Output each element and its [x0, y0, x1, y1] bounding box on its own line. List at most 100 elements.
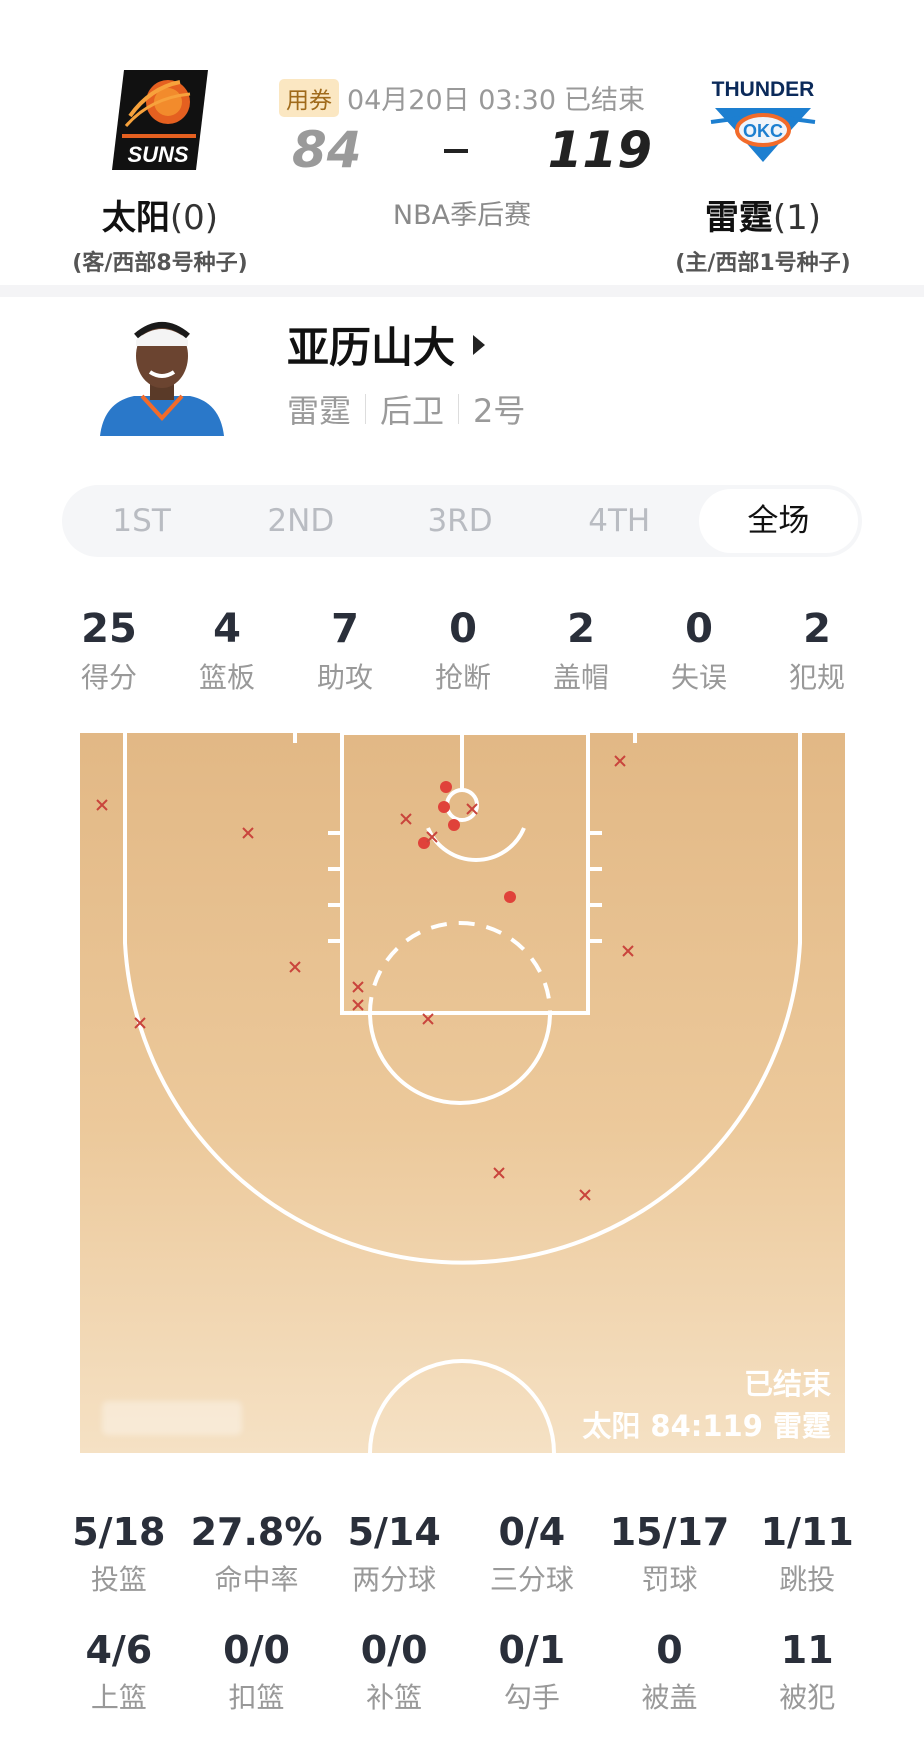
stat-label: 失误	[670, 661, 727, 694]
stat-label: 得分	[80, 661, 137, 694]
cell-label: 上篮	[90, 1681, 147, 1714]
shooting-breakdown: 5/18 投篮 27.8% 命中率 5/14 两分球 0/4 三分球 15/17 罚球 1…	[50, 1510, 876, 1746]
tab-2nd[interactable]: 2ND	[221, 489, 380, 553]
cell-value: 5/14	[347, 1510, 441, 1554]
fg-cell: 5/18 投篮	[50, 1510, 188, 1598]
player-position: 后卫	[380, 392, 445, 430]
court-diagram	[80, 733, 845, 1453]
home-team-seed: (主/西部1号种子)	[675, 251, 851, 276]
coupon-badge[interactable]: 用券	[278, 78, 339, 117]
layup-cell: 4/6 上篮	[50, 1628, 188, 1716]
game-player-page: SUNS 太阳(0) (客/西部8号种子) 用券 04月20日 03:30 已结…	[0, 0, 924, 1762]
home-score: 119	[547, 121, 652, 179]
cell-value: 15/17	[609, 1510, 730, 1554]
cell-label: 罚球	[641, 1563, 698, 1596]
svg-text:THUNDER: THUNDER	[712, 78, 815, 101]
cell-value: 11	[780, 1628, 834, 1672]
cell-label: 投篮	[90, 1563, 147, 1596]
cell-label: 扣篮	[228, 1681, 285, 1714]
hook-cell: 0/1 勾手	[463, 1628, 601, 1716]
fouled-cell: 11 被犯	[738, 1628, 876, 1716]
jump-shot-cell: 1/11 跳投	[738, 1510, 876, 1598]
made-shot-marker	[448, 819, 460, 831]
player-name[interactable]: 亚历山大	[287, 314, 486, 375]
cell-label: 跳投	[779, 1563, 836, 1596]
blocked-cell: 0 被盖	[601, 1628, 739, 1716]
caret-right-icon	[473, 334, 486, 355]
player-avatar	[92, 306, 232, 436]
stat-value: 25	[81, 606, 137, 652]
player-name-text: 亚历山大	[287, 323, 456, 372]
fg-pct-cell: 27.8% 命中率	[188, 1510, 326, 1598]
stat-fouls: 2 犯规	[758, 606, 876, 696]
home-team-name: 雷霆(1)	[704, 198, 822, 238]
cell-value: 0	[656, 1628, 683, 1672]
cell-value: 5/18	[72, 1510, 166, 1554]
dunk-cell: 0/0 扣篮	[188, 1628, 326, 1716]
free-throw-cell: 15/17 罚球	[601, 1510, 739, 1598]
stat-label: 篮板	[198, 661, 255, 694]
tip-in-cell: 0/0 补篮	[325, 1628, 463, 1716]
stat-label: 抢断	[434, 661, 491, 694]
stat-label: 犯规	[788, 661, 845, 694]
match-header[interactable]: SUNS 太阳(0) (客/西部8号种子) 用券 04月20日 03:30 已结…	[0, 0, 924, 290]
stat-label: 盖帽	[552, 661, 609, 694]
match-stage: NBA季后赛	[392, 200, 532, 231]
svg-text:SUNS: SUNS	[127, 142, 188, 167]
cell-label: 被犯	[779, 1681, 836, 1714]
stat-value: 0	[449, 606, 477, 652]
tab-1st[interactable]: 1ST	[62, 489, 221, 553]
two-pt-cell: 5/14 两分球	[325, 1510, 463, 1598]
cell-value: 27.8%	[190, 1510, 323, 1554]
away-team-seed: (客/西部8号种子)	[72, 251, 248, 276]
three-pt-cell: 0/4 三分球	[463, 1510, 601, 1598]
stat-steals: 0 抢断	[404, 606, 522, 696]
made-shot-marker	[418, 837, 430, 849]
cell-value: 1/11	[760, 1510, 854, 1554]
cell-label: 勾手	[503, 1681, 560, 1714]
match-meta: 用券 04月20日 03:30 已结束	[262, 78, 662, 117]
shot-chart: 已结束 太阳 84:119 雷霆	[80, 733, 845, 1453]
player-meta: 雷霆 后卫 2号	[287, 386, 525, 432]
score-dash	[444, 149, 468, 153]
stat-value: 7	[331, 606, 359, 652]
cell-label: 命中率	[214, 1563, 299, 1596]
stat-label: 助攻	[316, 661, 373, 694]
cell-label: 三分球	[489, 1563, 574, 1596]
player-header[interactable]: 亚历山大 雷霆 后卫 2号	[0, 300, 924, 450]
stat-value: 2	[803, 606, 831, 652]
stat-assists: 7 助攻	[286, 606, 404, 696]
made-shot-marker	[438, 801, 450, 813]
cell-label: 被盖	[641, 1681, 698, 1714]
court-score-line: 太阳 84:119 雷霆	[582, 1409, 831, 1443]
made-shot-marker	[504, 891, 516, 903]
section-divider	[0, 285, 924, 297]
court-status: 已结束	[743, 1367, 831, 1401]
tab-full-game[interactable]: 全场	[698, 489, 859, 553]
stat-blocks: 2 盖帽	[522, 606, 640, 696]
home-team[interactable]: THUNDER OKC 雷霆(1) (主/西部1号种子)	[643, 60, 883, 277]
match-datetime: 04月20日 03:30	[346, 85, 557, 116]
tab-3rd[interactable]: 3RD	[380, 489, 539, 553]
quarter-tabs: 1ST 2ND 3RD 4TH 全场	[62, 485, 862, 557]
meta-divider	[458, 394, 460, 424]
score-row: 84 119	[262, 121, 662, 185]
away-score: 84	[292, 121, 362, 179]
player-stats: 25 得分 4 篮板 7 助攻 0 抢断 2 盖帽 0 失误 2 犯规	[50, 606, 876, 696]
away-team[interactable]: SUNS 太阳(0) (客/西部8号种子)	[40, 60, 280, 277]
player-number: 2号	[473, 392, 526, 430]
stat-rebounds: 4 篮板	[168, 606, 286, 696]
meta-divider	[365, 394, 367, 424]
watermark	[102, 1401, 242, 1435]
player-team: 雷霆	[287, 392, 352, 430]
cell-value: 0/0	[360, 1628, 428, 1672]
cell-value: 0/0	[223, 1628, 290, 1672]
score-board: 用券 04月20日 03:30 已结束 84 119 NBA季后赛	[262, 78, 662, 232]
stat-points: 25 得分	[50, 606, 168, 696]
svg-text:OKC: OKC	[743, 121, 783, 141]
stat-turnovers: 0 失误	[640, 606, 758, 696]
cell-value: 0/4	[498, 1510, 566, 1554]
stat-value: 4	[213, 606, 241, 652]
tab-4th[interactable]: 4TH	[540, 489, 699, 553]
made-shot-marker	[440, 781, 452, 793]
